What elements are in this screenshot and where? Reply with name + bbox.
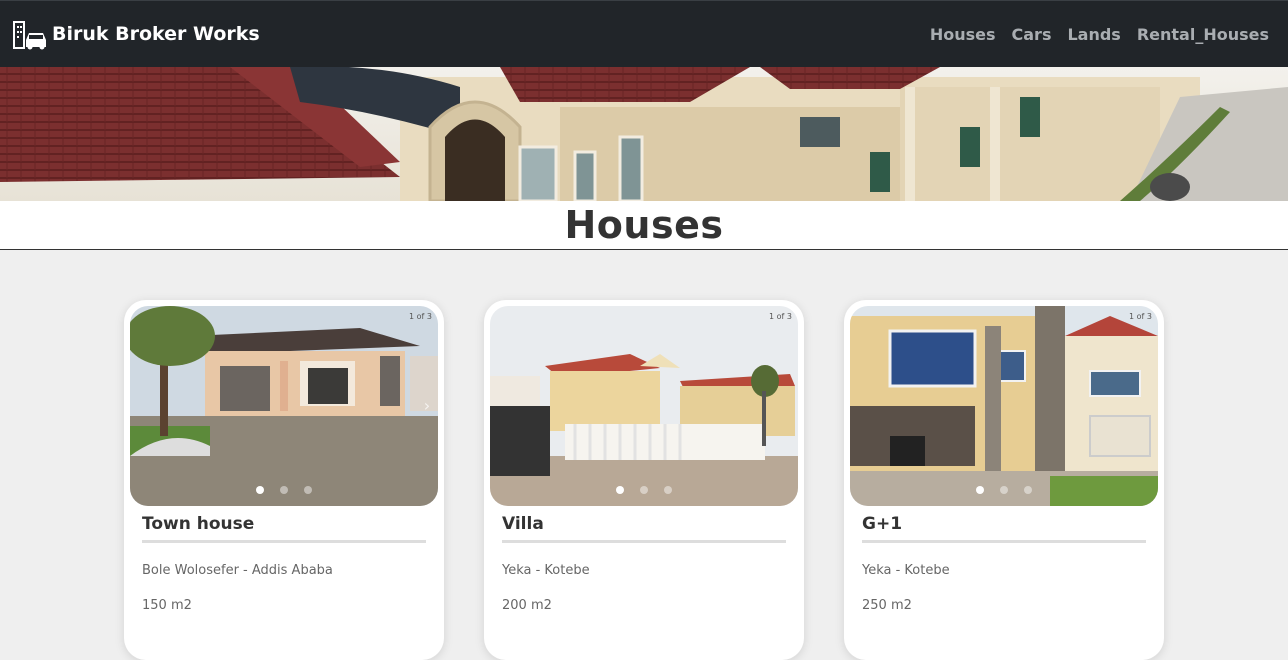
brand-link[interactable]: Biruk Broker Works — [12, 18, 260, 50]
carousel-dot[interactable] — [616, 486, 624, 494]
listing-carousel[interactable]: 1 of 3 › — [130, 306, 438, 506]
title-bar: Houses — [0, 201, 1288, 250]
page-title: Houses — [564, 203, 724, 247]
listing-area: 200 m2 — [502, 598, 552, 613]
listing-area: 250 m2 — [862, 598, 912, 613]
carousel-indicators — [130, 486, 438, 494]
hero-banner-image — [0, 67, 1288, 201]
listing-carousel[interactable]: 1 of 3 — [490, 306, 798, 506]
listing-body: Town house Bole Wolosefer - Addis Ababa … — [130, 506, 438, 613]
chevron-right-icon[interactable]: › — [420, 396, 434, 416]
slide-counter: 1 of 3 — [769, 312, 792, 321]
listing-carousel[interactable]: 1 of 3 — [850, 306, 1158, 506]
house-photo — [130, 306, 438, 506]
listing-title: Town house — [142, 514, 426, 543]
carousel-dot[interactable] — [304, 486, 312, 494]
carousel-dot[interactable] — [640, 486, 648, 494]
house-photo — [490, 306, 798, 506]
listing-title: G+1 — [862, 514, 1146, 543]
carousel-dot[interactable] — [976, 486, 984, 494]
listing-card[interactable]: 1 of 3 Villa Yeka - Kotebe 200 m2 — [484, 300, 804, 660]
carousel-dot[interactable] — [1024, 486, 1032, 494]
carousel-dot[interactable] — [280, 486, 288, 494]
nav-link-lands[interactable]: Lands — [1067, 25, 1120, 44]
listing-body: Villa Yeka - Kotebe 200 m2 — [490, 506, 798, 613]
listing-area: 150 m2 — [142, 598, 192, 613]
slide-counter: 1 of 3 — [409, 312, 432, 321]
listing-grid: 1 of 3 › Town house Bole Wolosefer - Add… — [124, 300, 1164, 660]
listing-location: Bole Wolosefer - Addis Ababa — [142, 563, 333, 578]
slide-counter: 1 of 3 — [1129, 312, 1152, 321]
listing-location: Yeka - Kotebe — [502, 563, 590, 578]
carousel-dot[interactable] — [256, 486, 264, 494]
listing-title: Villa — [502, 514, 786, 543]
carousel-indicators — [850, 486, 1158, 494]
building-car-icon — [13, 21, 46, 50]
listing-card[interactable]: 1 of 3 › Town house Bole Wolosefer - Add… — [124, 300, 444, 660]
carousel-indicators — [490, 486, 798, 494]
brand-name: Biruk Broker Works — [52, 23, 260, 45]
listing-location: Yeka - Kotebe — [862, 563, 950, 578]
nav-links: Houses Cars Lands Rental_Houses — [930, 25, 1269, 44]
carousel-dot[interactable] — [1000, 486, 1008, 494]
navbar: Biruk Broker Works Houses Cars Lands Ren… — [0, 0, 1288, 67]
nav-link-rental-houses[interactable]: Rental_Houses — [1137, 25, 1269, 44]
listing-card[interactable]: 1 of 3 G+1 Yeka - Kotebe 250 m2 — [844, 300, 1164, 660]
carousel-dot[interactable] — [664, 486, 672, 494]
nav-link-houses[interactable]: Houses — [930, 25, 996, 44]
listing-body: G+1 Yeka - Kotebe 250 m2 — [850, 506, 1158, 613]
house-photo — [850, 306, 1158, 506]
nav-link-cars[interactable]: Cars — [1012, 25, 1052, 44]
